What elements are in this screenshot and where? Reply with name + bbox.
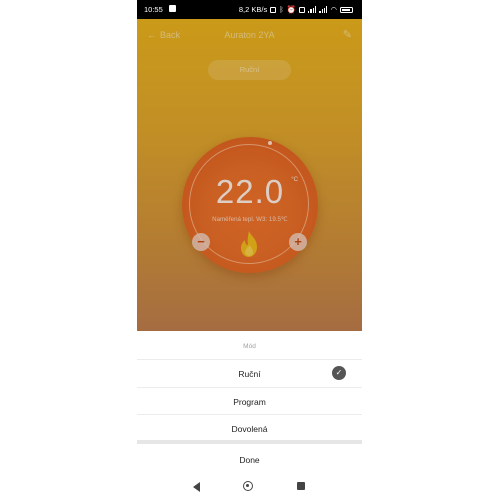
- phone-screen: 10:55 8,2 KB/s ᛒ ⏰ ◠ ← Back Auraton 2YA …: [137, 0, 362, 500]
- system-nav-bar: [137, 476, 362, 500]
- mode-option-program[interactable]: Program: [137, 387, 362, 414]
- thermostat-screen: ← Back Auraton 2YA ✎ Ruční 22.0 °C Naměř…: [137, 19, 362, 331]
- status-time: 10:55: [144, 5, 163, 14]
- option-label: Ruční: [238, 369, 261, 379]
- done-button[interactable]: Done: [137, 455, 362, 465]
- bluetooth-icon: ᛒ: [279, 5, 284, 14]
- mode-option-manual[interactable]: Ruční ✓: [137, 359, 362, 386]
- status-right-group: 8,2 KB/s ᛒ ⏰ ◠: [239, 5, 353, 14]
- option-label: Dovolená: [231, 424, 268, 434]
- checkmark-icon: ✓: [332, 366, 346, 380]
- wifi-icon: ◠: [330, 5, 337, 14]
- circle-home-icon[interactable]: [243, 481, 253, 491]
- triangle-back-icon[interactable]: [193, 482, 200, 492]
- sheet-title: Mód: [243, 343, 256, 350]
- notification-icon: [169, 5, 176, 12]
- alarm-icon: ⏰: [286, 5, 297, 14]
- signal-icon-2: [319, 6, 328, 13]
- network-speed: 8,2 KB/s: [238, 5, 268, 14]
- modal-overlay[interactable]: [137, 19, 362, 331]
- option-label: Program: [233, 397, 266, 407]
- sheet-divider: [137, 440, 362, 444]
- battery-icon: [340, 6, 353, 13]
- mode-bottom-sheet: Mód Ruční ✓ Program Dovolená: [137, 331, 362, 500]
- nfc-icon: [270, 6, 277, 13]
- vibrate-icon: [299, 6, 306, 13]
- square-recents-icon[interactable]: [297, 482, 305, 490]
- signal-icon: [308, 6, 317, 13]
- status-bar: 10:55 8,2 KB/s ᛒ ⏰ ◠: [137, 0, 362, 19]
- mode-option-holiday[interactable]: Dovolená: [137, 414, 362, 441]
